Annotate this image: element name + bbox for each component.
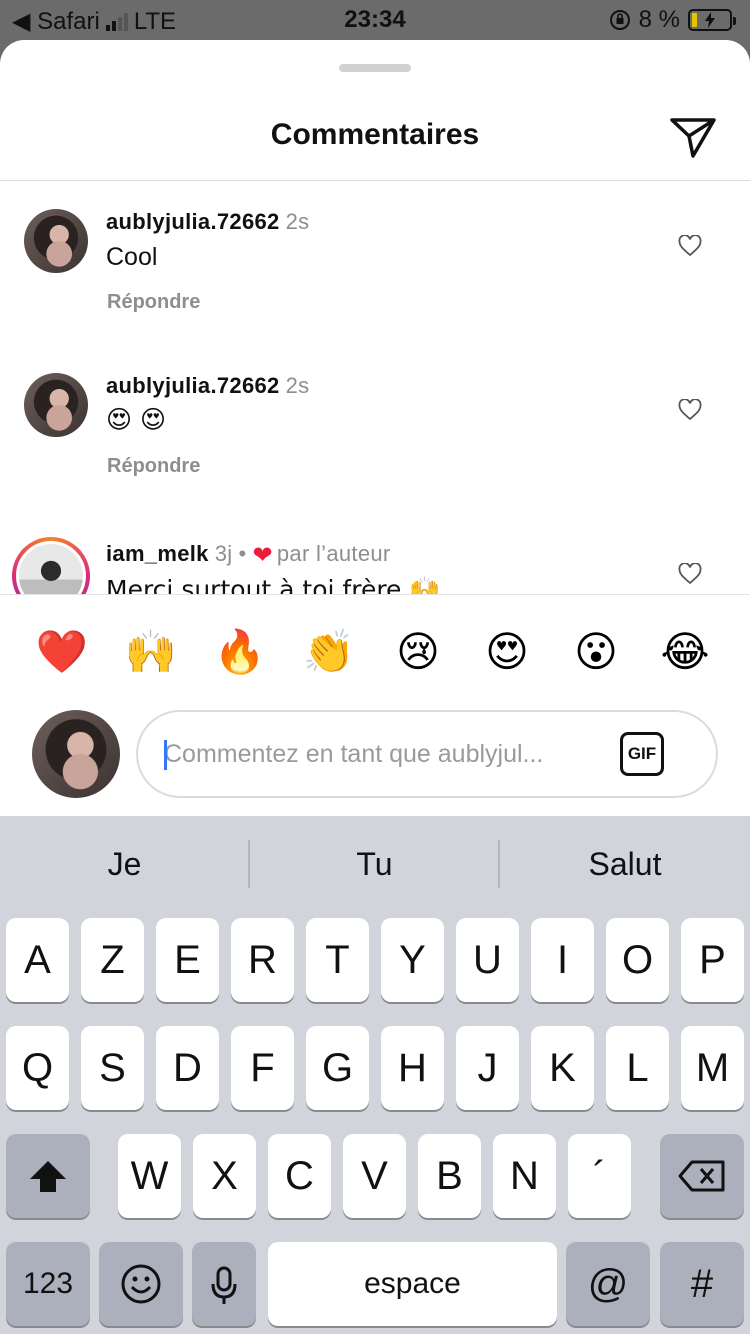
comment-header: aublyjulia.72662 2s	[106, 209, 309, 235]
commenter-avatar[interactable]	[24, 209, 88, 273]
separator-dot: •	[238, 541, 247, 566]
heart-outline-icon[interactable]	[678, 399, 702, 421]
suggestion-1[interactable]: Je	[0, 816, 249, 912]
emoji-bar-divider	[0, 594, 750, 595]
key-p[interactable]: P	[681, 918, 744, 1002]
suggestion-3[interactable]: Salut	[500, 816, 750, 912]
key-y[interactable]: Y	[381, 918, 444, 1002]
reply-button[interactable]: Répondre	[107, 291, 200, 314]
orientation-lock-icon	[609, 10, 630, 30]
key-z[interactable]: Z	[81, 918, 144, 1002]
emoji-surprised-button[interactable]: 😮	[566, 622, 626, 682]
key-d[interactable]: D	[156, 1026, 219, 1110]
key-n[interactable]: N	[493, 1134, 556, 1218]
comment-text: Cool	[106, 243, 158, 271]
hash-key[interactable]: #	[660, 1242, 744, 1326]
comment-username[interactable]: aublyjulia.72662	[106, 209, 280, 234]
heart-filled-icon: ❤	[252, 542, 273, 569]
current-user-avatar	[32, 710, 120, 798]
comment-header: iam_melk 3j • ❤ par l’auteur	[106, 541, 391, 570]
key-t[interactable]: T	[306, 918, 369, 1002]
key-r[interactable]: R	[231, 918, 294, 1002]
status-bar: ◀ Safari LTE 23:34 8 %	[0, 0, 750, 40]
backspace-icon	[678, 1160, 725, 1192]
key-c[interactable]: C	[268, 1134, 331, 1218]
comment-text: Merci surtout à toi frère 🙌	[106, 575, 441, 595]
backspace-key[interactable]	[660, 1134, 744, 1218]
comment-time: 3j	[214, 541, 233, 566]
key-k[interactable]: K	[531, 1026, 594, 1110]
story-ring[interactable]	[12, 537, 90, 595]
emoji-crying-button[interactable]: 😢	[388, 622, 448, 682]
key-o[interactable]: O	[606, 918, 669, 1002]
heart-outline-icon[interactable]	[678, 235, 702, 257]
comment-username[interactable]: aublyjulia.72662	[106, 373, 280, 398]
battery-percent: 8 %	[638, 6, 680, 33]
commenter-avatar	[16, 541, 86, 595]
battery-icon	[688, 9, 736, 31]
comments-list[interactable]: aublyjulia.72662 2s Cool Répondre aublyju…	[0, 181, 750, 595]
key-j[interactable]: J	[456, 1026, 519, 1110]
key-a[interactable]: A	[6, 918, 69, 1002]
dictation-key[interactable]	[192, 1242, 256, 1326]
emoji-heart-eyes-button[interactable]: 😍	[477, 622, 537, 682]
microphone-icon	[211, 1266, 237, 1304]
key-u[interactable]: U	[456, 918, 519, 1002]
shift-arrow-icon	[30, 1161, 66, 1192]
quick-emoji-bar: ❤️ 🙌 🔥 👏 😢 😍 😮 😂	[0, 622, 750, 682]
comment-text: 😍 😍	[106, 405, 167, 434]
key-g[interactable]: G	[306, 1026, 369, 1110]
suggestion-2[interactable]: Tu	[250, 816, 499, 912]
liked-by-author-label: par l’auteur	[276, 541, 391, 566]
comment-item: aublyjulia.72662 2s Cool Répondre	[0, 181, 750, 341]
key-s[interactable]: S	[81, 1026, 144, 1110]
key-x[interactable]: X	[193, 1134, 256, 1218]
key-acute-accent[interactable]: ´	[568, 1134, 631, 1218]
emoji-raised-hands-button[interactable]: 🙌	[121, 622, 181, 682]
comment-item: iam_melk 3j • ❤ par l’auteur Merci surtout à…	[0, 509, 750, 595]
key-i[interactable]: I	[531, 918, 594, 1002]
key-q[interactable]: Q	[6, 1026, 69, 1110]
text-caret	[164, 740, 167, 770]
comment-item: aublyjulia.72662 2s 😍 😍 Répondre	[0, 345, 750, 505]
comment-time: 2s	[285, 209, 310, 234]
emoji-laughing-button[interactable]: 😂	[655, 622, 715, 682]
comment-input-placeholder[interactable]: Commentez en tant que aublyjul...	[164, 740, 543, 769]
at-key[interactable]: @	[566, 1242, 650, 1326]
key-m[interactable]: M	[681, 1026, 744, 1110]
shift-key[interactable]	[6, 1134, 90, 1218]
key-e[interactable]: E	[156, 918, 219, 1002]
commenter-avatar[interactable]	[24, 373, 88, 437]
comments-sheet: Commentaires aublyjulia.72662 2s Cool Rép…	[0, 40, 750, 816]
emoji-clap-button[interactable]: 👏	[299, 622, 359, 682]
keyboard: Je Tu Salut A Z E R T Y U I O P Q S D F …	[0, 816, 750, 1334]
sheet-title: Commentaires	[270, 118, 480, 151]
emoji-key[interactable]	[99, 1242, 183, 1326]
sheet-grabber[interactable]	[339, 64, 411, 72]
emoji-heart-button[interactable]: ❤️	[32, 622, 92, 682]
predictive-bar: Je Tu Salut	[0, 816, 750, 912]
numbers-key[interactable]: 123	[6, 1242, 90, 1326]
key-v[interactable]: V	[343, 1134, 406, 1218]
gif-button[interactable]: GIF	[620, 732, 664, 776]
smiley-icon	[121, 1264, 161, 1304]
key-f[interactable]: F	[231, 1026, 294, 1110]
key-h[interactable]: H	[381, 1026, 444, 1110]
comment-time: 2s	[285, 373, 310, 398]
comment-username[interactable]: iam_melk	[106, 541, 209, 566]
key-l[interactable]: L	[606, 1026, 669, 1110]
reply-button[interactable]: Répondre	[107, 455, 200, 478]
space-key[interactable]: espace	[268, 1242, 557, 1326]
key-b[interactable]: B	[418, 1134, 481, 1218]
emoji-fire-button[interactable]: 🔥	[210, 622, 270, 682]
heart-outline-icon[interactable]	[678, 563, 702, 585]
key-w[interactable]: W	[118, 1134, 181, 1218]
comment-header: aublyjulia.72662 2s	[106, 373, 309, 399]
comment-input[interactable]: Commentez en tant que aublyjul... GIF	[136, 710, 718, 798]
send-icon[interactable]	[668, 114, 718, 160]
